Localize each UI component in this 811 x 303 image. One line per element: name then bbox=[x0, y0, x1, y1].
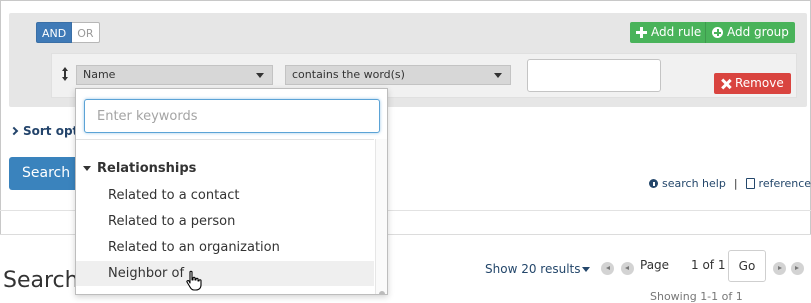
last-page-icon[interactable] bbox=[791, 262, 804, 275]
search-button[interactable]: Search bbox=[9, 157, 75, 190]
add-group-button[interactable]: Add group bbox=[705, 22, 795, 43]
chevron-down-icon bbox=[256, 73, 264, 78]
page-size-label: Show 20 results bbox=[485, 262, 581, 276]
or-button[interactable]: OR bbox=[72, 22, 100, 43]
document-icon bbox=[745, 178, 755, 189]
condition-toggle: AND OR bbox=[36, 22, 100, 43]
caret-down-icon bbox=[83, 166, 91, 171]
group-label: Relationships bbox=[97, 161, 197, 176]
plus-icon bbox=[636, 27, 647, 38]
remove-label: Remove bbox=[735, 76, 784, 90]
add-rule-button[interactable]: Add rule bbox=[630, 22, 708, 43]
drag-handle-icon[interactable] bbox=[61, 66, 69, 82]
scrollbar-thumb[interactable] bbox=[379, 291, 385, 294]
rule-value-input[interactable] bbox=[527, 59, 661, 92]
dropdown-search-input[interactable] bbox=[85, 100, 379, 132]
operator-select-value: contains the word(s) bbox=[292, 68, 405, 81]
operator-select[interactable]: contains the word(s) bbox=[285, 65, 511, 85]
next-page-icon[interactable] bbox=[773, 262, 786, 275]
field-dropdown: Relationships Related to a contact Relat… bbox=[75, 88, 388, 295]
chevron-down-icon bbox=[494, 73, 502, 78]
search-help-link[interactable]: search help bbox=[662, 177, 726, 190]
hand-pointer-icon bbox=[186, 270, 202, 291]
dropdown-scrollbar[interactable] bbox=[375, 139, 387, 294]
help-links: search help | reference bbox=[649, 177, 811, 190]
go-button[interactable]: Go bbox=[728, 250, 766, 282]
add-rule-label: Add rule bbox=[651, 25, 702, 39]
close-icon bbox=[721, 79, 731, 89]
dropdown-search-field[interactable] bbox=[84, 99, 380, 133]
sort-options-toggle[interactable]: Sort opti bbox=[9, 124, 83, 138]
reference-link[interactable]: reference bbox=[759, 177, 811, 190]
chevron-right-icon bbox=[9, 126, 19, 136]
option-related-to-person[interactable]: Related to a person bbox=[76, 209, 374, 234]
option-neighbor-of[interactable]: Neighbor of bbox=[76, 261, 374, 286]
add-group-label: Add group bbox=[727, 25, 789, 39]
info-icon bbox=[649, 179, 658, 188]
link-separator: | bbox=[733, 177, 738, 190]
and-button[interactable]: AND bbox=[36, 22, 73, 43]
results-heading: Search bbox=[3, 268, 79, 293]
first-page-icon[interactable] bbox=[601, 262, 614, 275]
showing-count: Showing 1-1 of 1 bbox=[650, 290, 743, 303]
dropdown-list: Relationships Related to a contact Relat… bbox=[76, 139, 374, 294]
chevron-down-icon bbox=[582, 267, 591, 272]
option-related-to-organization[interactable]: Related to an organization bbox=[76, 235, 374, 260]
page-label: Page bbox=[640, 258, 670, 272]
previous-page-icon[interactable] bbox=[621, 262, 634, 275]
field-select-value: Name bbox=[83, 68, 116, 81]
plus-circle-icon bbox=[712, 27, 723, 38]
page-size-select[interactable]: Show 20 results bbox=[485, 262, 591, 276]
field-select[interactable]: Name bbox=[76, 65, 273, 85]
group-header-relationships[interactable]: Relationships bbox=[83, 161, 196, 176]
option-related-to-contact[interactable]: Related to a contact bbox=[76, 183, 374, 208]
page-count: 1 of 1 bbox=[691, 258, 726, 272]
sort-options-label: Sort opti bbox=[23, 124, 83, 138]
remove-rule-button[interactable]: Remove bbox=[714, 73, 791, 94]
